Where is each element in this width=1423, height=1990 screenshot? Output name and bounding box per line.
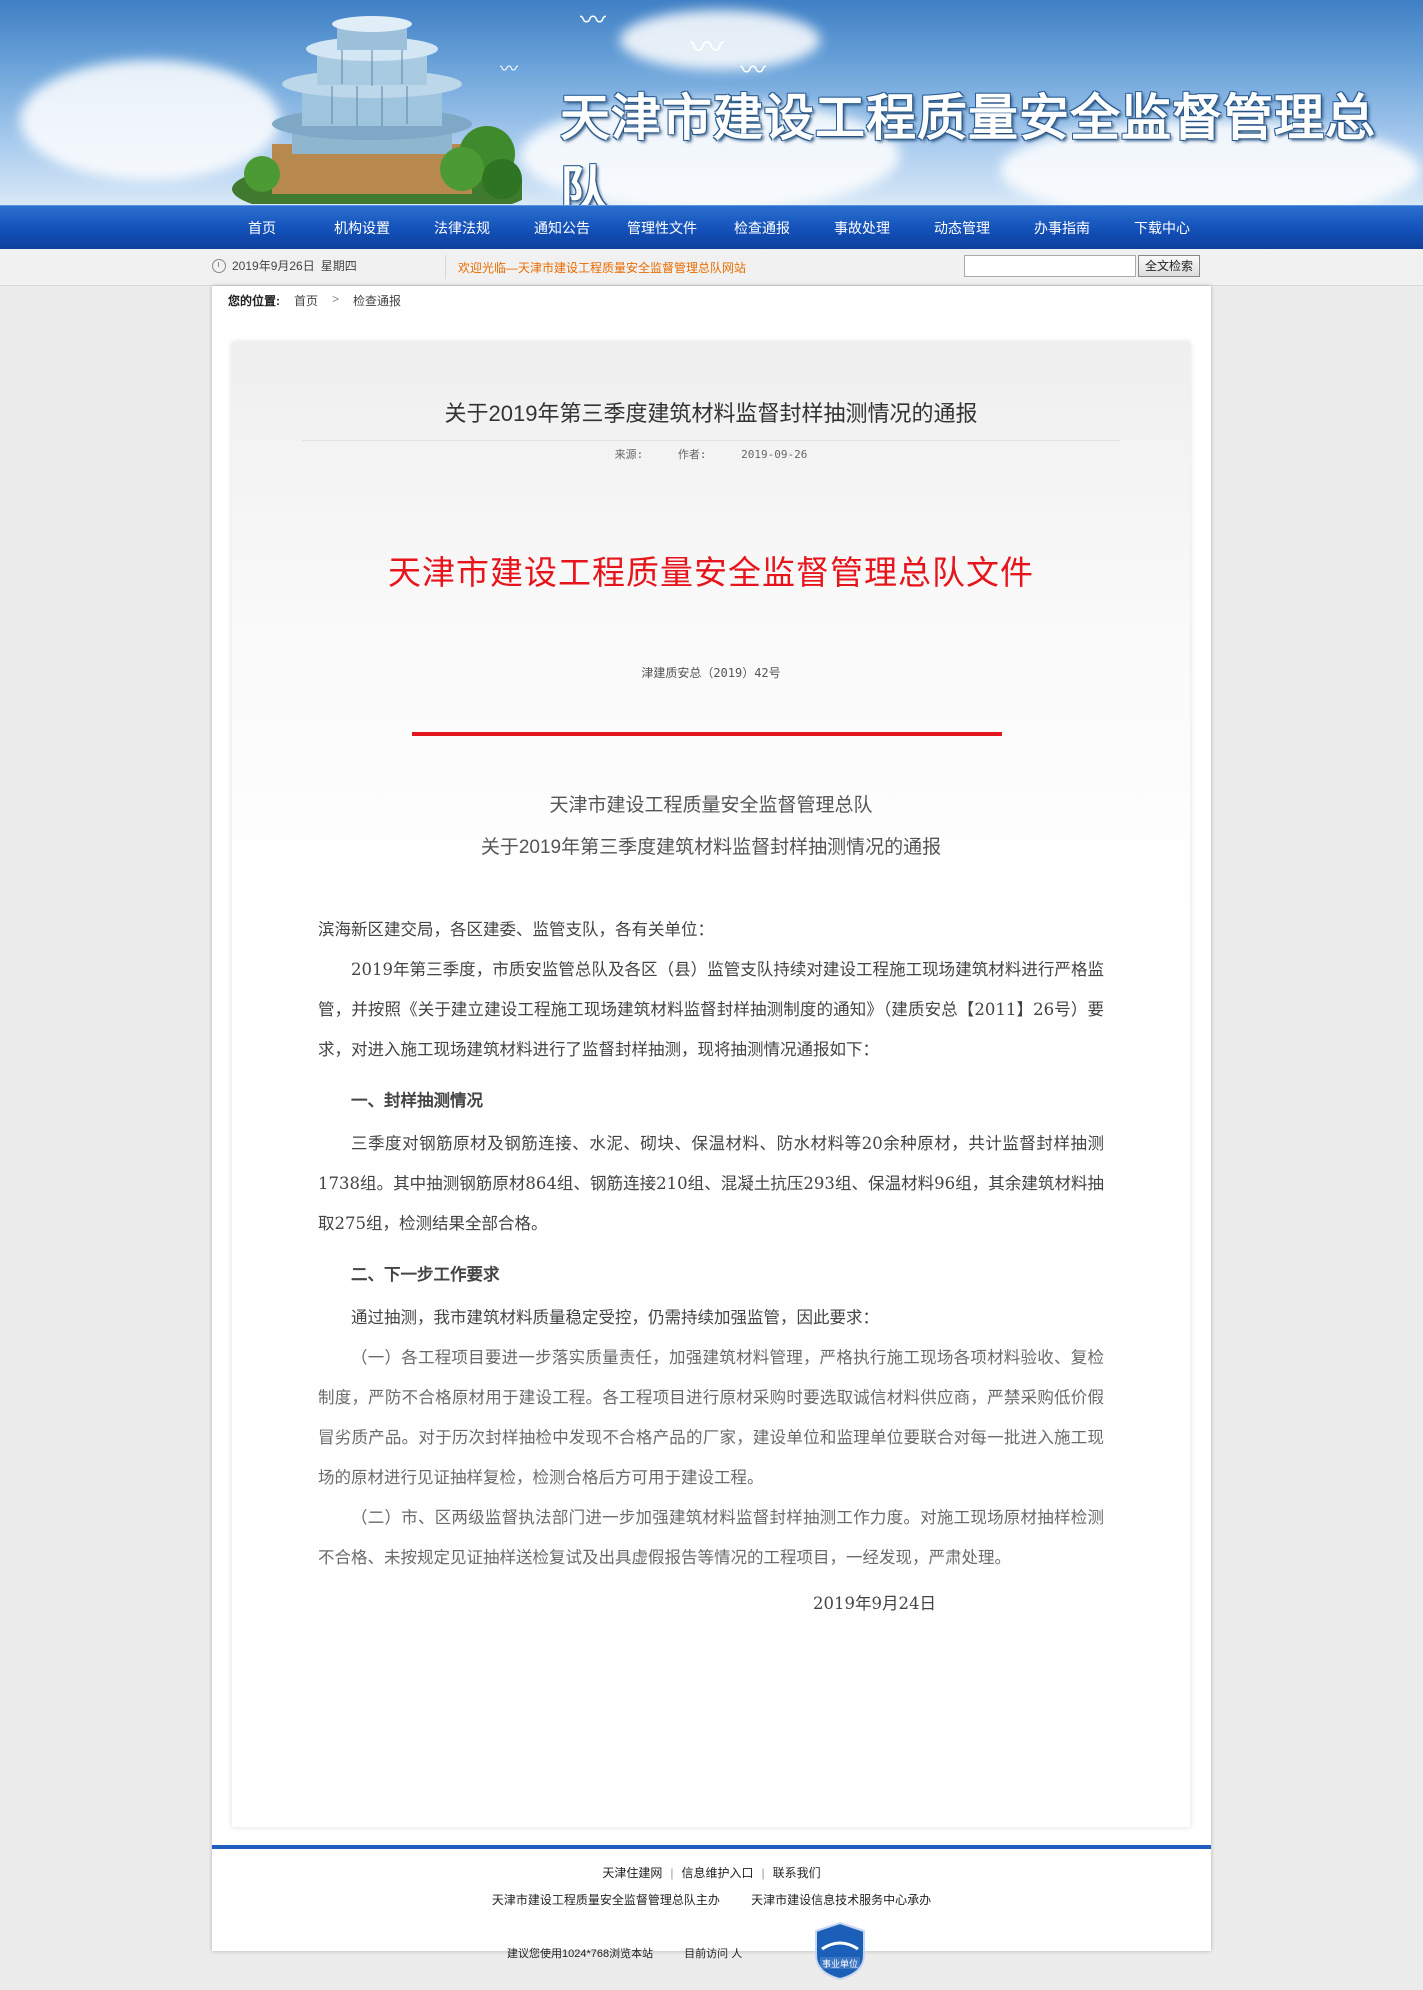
footer-link-tjzj[interactable]: 天津住建网: [602, 1866, 662, 1880]
footer-links: 天津住建网 | 信息维护入口 | 联系我们: [212, 1864, 1211, 1881]
document-red-heading: 天津市建设工程质量安全监督管理总队文件: [388, 554, 1034, 591]
paragraph-requirement-1: （一）各工程项目要进一步落实质量责任，加强建筑材料管理，严格执行施工现场各项材料…: [318, 1348, 1104, 1487]
breadcrumb-current[interactable]: 检查通报: [353, 292, 401, 309]
article-body: 滨海新区建交局，各区建委、监管支队，各有关单位： 2019年第三季度，市质安监管…: [318, 910, 1104, 1624]
building-illustration: [232, 16, 522, 204]
nav-item-inspection-reports[interactable]: 检查通报: [712, 206, 812, 250]
document-subtitle: 关于2019年第三季度建筑材料监督封样抽测情况的通报: [480, 837, 942, 858]
visit-count: 目前访问 人: [684, 1948, 743, 1960]
host-text: 天津市建设工程质量安全监督管理总队主办: [491, 1893, 720, 1907]
breadcrumb-home[interactable]: 首页: [294, 292, 318, 309]
footer-host: 天津市建设工程质量安全监督管理总队主办 天津市建设信息技术服务中心承办: [212, 1891, 1211, 1908]
public-institution-badge-icon[interactable]: 事业单位: [812, 1921, 868, 1981]
article-title: 关于2019年第三季度建筑材料监督封样抽测情况的通报: [444, 401, 978, 426]
salutation: 滨海新区建交局，各区建委、监管支队，各有关单位：: [318, 920, 714, 939]
chevron-right-icon: >: [332, 292, 340, 306]
date-display: 2019年9月26日 星期四: [212, 257, 357, 274]
signature-date: 2019年9月24日: [813, 1594, 936, 1613]
divider: |: [761, 1866, 765, 1880]
nav-item-downloads[interactable]: 下载中心: [1112, 206, 1212, 250]
nav-item-management-docs[interactable]: 管理性文件: [612, 206, 712, 250]
bird-decoration: 〰: [690, 29, 724, 67]
main-nav: 首页 机构设置 法律法规 通知公告 管理性文件 检查通报 事故处理 动态管理 办…: [0, 205, 1423, 250]
nav-item-dynamics[interactable]: 动态管理: [912, 206, 1012, 250]
browser-tip: 建议您使用1024*768浏览本站: [507, 1948, 654, 1960]
clock-icon: [212, 258, 226, 273]
footer-tip: 建议您使用1024*768浏览本站 目前访问 人: [507, 1945, 770, 1961]
document-number: 津建质安总（2019）42号: [641, 666, 781, 680]
info-bar: 2019年9月26日 星期四 欢迎光临—天津市建设工程质量安全监督管理总队网站 …: [0, 249, 1423, 286]
welcome-text: 欢迎光临—天津市建设工程质量安全监督管理总队网站: [458, 261, 747, 275]
breadcrumb-label: 您的位置:: [228, 294, 280, 308]
paragraph-intro: 2019年第三季度，市质安监管总队及各区（县）监管支队持续对建设工程施工现场建筑…: [318, 960, 1104, 1059]
breadcrumb: 您的位置: 首页 > 检查通报: [228, 292, 401, 309]
search-input[interactable]: [964, 255, 1136, 277]
paragraph-results: 三季度对钢筋原材及钢筋连接、水泥、砌块、保温材料、防水材料等20余种原材，共计监…: [318, 1134, 1104, 1233]
source-label: 来源:: [614, 448, 644, 461]
nav-item-notices[interactable]: 通知公告: [512, 206, 612, 250]
footer-link-contact[interactable]: 联系我们: [773, 1866, 821, 1880]
section-heading-2: 二、下一步工作要求: [351, 1266, 500, 1284]
content-frame: 您的位置: 首页 > 检查通报 关于2019年第三季度建筑材料监督封样抽测情况的…: [212, 286, 1211, 1981]
bird-decoration: 〰: [500, 59, 518, 79]
badge-label: 事业单位: [822, 1958, 858, 1970]
support-text: 天津市建设信息技术服务中心承办: [751, 1893, 932, 1907]
footer-link-maintenance[interactable]: 信息维护入口: [681, 1866, 753, 1880]
current-weekday: 星期四: [320, 259, 357, 273]
nav-item-laws[interactable]: 法律法规: [412, 206, 512, 250]
paragraph-requirement-2: （二）市、区两级监督执法部门进一步加强建筑材料监督封样抽测工作力度。对施工现场原…: [318, 1508, 1104, 1567]
nav-item-accidents[interactable]: 事故处理: [812, 206, 912, 250]
red-divider: [412, 732, 1002, 736]
issuer-heading: 天津市建设工程质量安全监督管理总队: [549, 795, 873, 816]
nav-item-home[interactable]: 首页: [212, 206, 312, 250]
author-label: 作者:: [677, 448, 707, 461]
publish-date: 2019-09-26: [741, 448, 808, 461]
header-banner: 〰 〰 〰 〰 天津市建设工程质量安全监督管理总队: [0, 0, 1423, 205]
article-meta: 来源: 作者: 2019-09-26: [232, 446, 1190, 462]
divider: [445, 255, 446, 279]
article-panel: 关于2019年第三季度建筑材料监督封样抽测情况的通报 来源: 作者: 2019-…: [232, 342, 1190, 1827]
divider: [302, 440, 1120, 441]
section-heading-1: 一、封样抽测情况: [351, 1092, 483, 1110]
divider: |: [670, 1866, 674, 1880]
paragraph-requirements: 通过抽测，我市建筑材料质量稳定受控，仍需持续加强监管，因此要求：: [351, 1308, 879, 1327]
fulltext-search-button[interactable]: 全文检索: [1138, 255, 1200, 277]
nav-item-guide[interactable]: 办事指南: [1012, 206, 1112, 250]
current-date: 2019年9月26日: [232, 259, 315, 273]
site-title: 天津市建设工程质量安全监督管理总队: [560, 89, 1376, 205]
bird-decoration: 〰: [580, 5, 607, 35]
footer-divider: [212, 1845, 1211, 1849]
nav-item-organization[interactable]: 机构设置: [312, 206, 412, 250]
